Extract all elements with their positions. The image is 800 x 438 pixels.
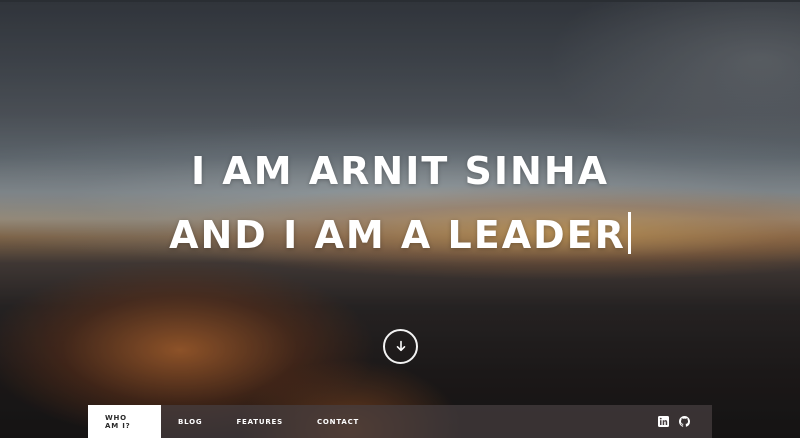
- bottom-navbar: WHO AM I? BLOG FEATURES CONTACT: [88, 405, 712, 438]
- hero-role-text: AND I AM A LEADER: [169, 213, 626, 257]
- social-links: [658, 405, 712, 438]
- nav-item-label: WHO AM I?: [105, 413, 131, 430]
- nav-item-label: BLOG: [178, 417, 203, 426]
- hero-section: I AM ARNIT SINHA AND I AM A LEADER WHO A…: [0, 0, 800, 438]
- nav-item-who-am-i[interactable]: WHO AM I?: [88, 405, 161, 438]
- top-border: [0, 0, 800, 2]
- nav-item-label: CONTACT: [316, 417, 360, 426]
- arrow-down-icon: [395, 337, 407, 356]
- nav-item-features[interactable]: FEATURES: [219, 405, 300, 438]
- nav-item-blog[interactable]: BLOG: [161, 405, 219, 438]
- nav-item-label: FEATURES: [236, 417, 283, 426]
- nav-item-contact[interactable]: CONTACT: [300, 405, 376, 438]
- github-icon[interactable]: [679, 416, 690, 427]
- hero-headline-line-2: AND I AM A LEADER: [0, 212, 800, 254]
- typing-cursor: [627, 212, 631, 254]
- hero-headline-line-1: I AM ARNIT SINHA: [0, 152, 800, 190]
- scroll-down-button[interactable]: [383, 329, 418, 364]
- hero-name-text: I AM ARNIT SINHA: [190, 149, 610, 193]
- linkedin-icon[interactable]: [658, 416, 669, 427]
